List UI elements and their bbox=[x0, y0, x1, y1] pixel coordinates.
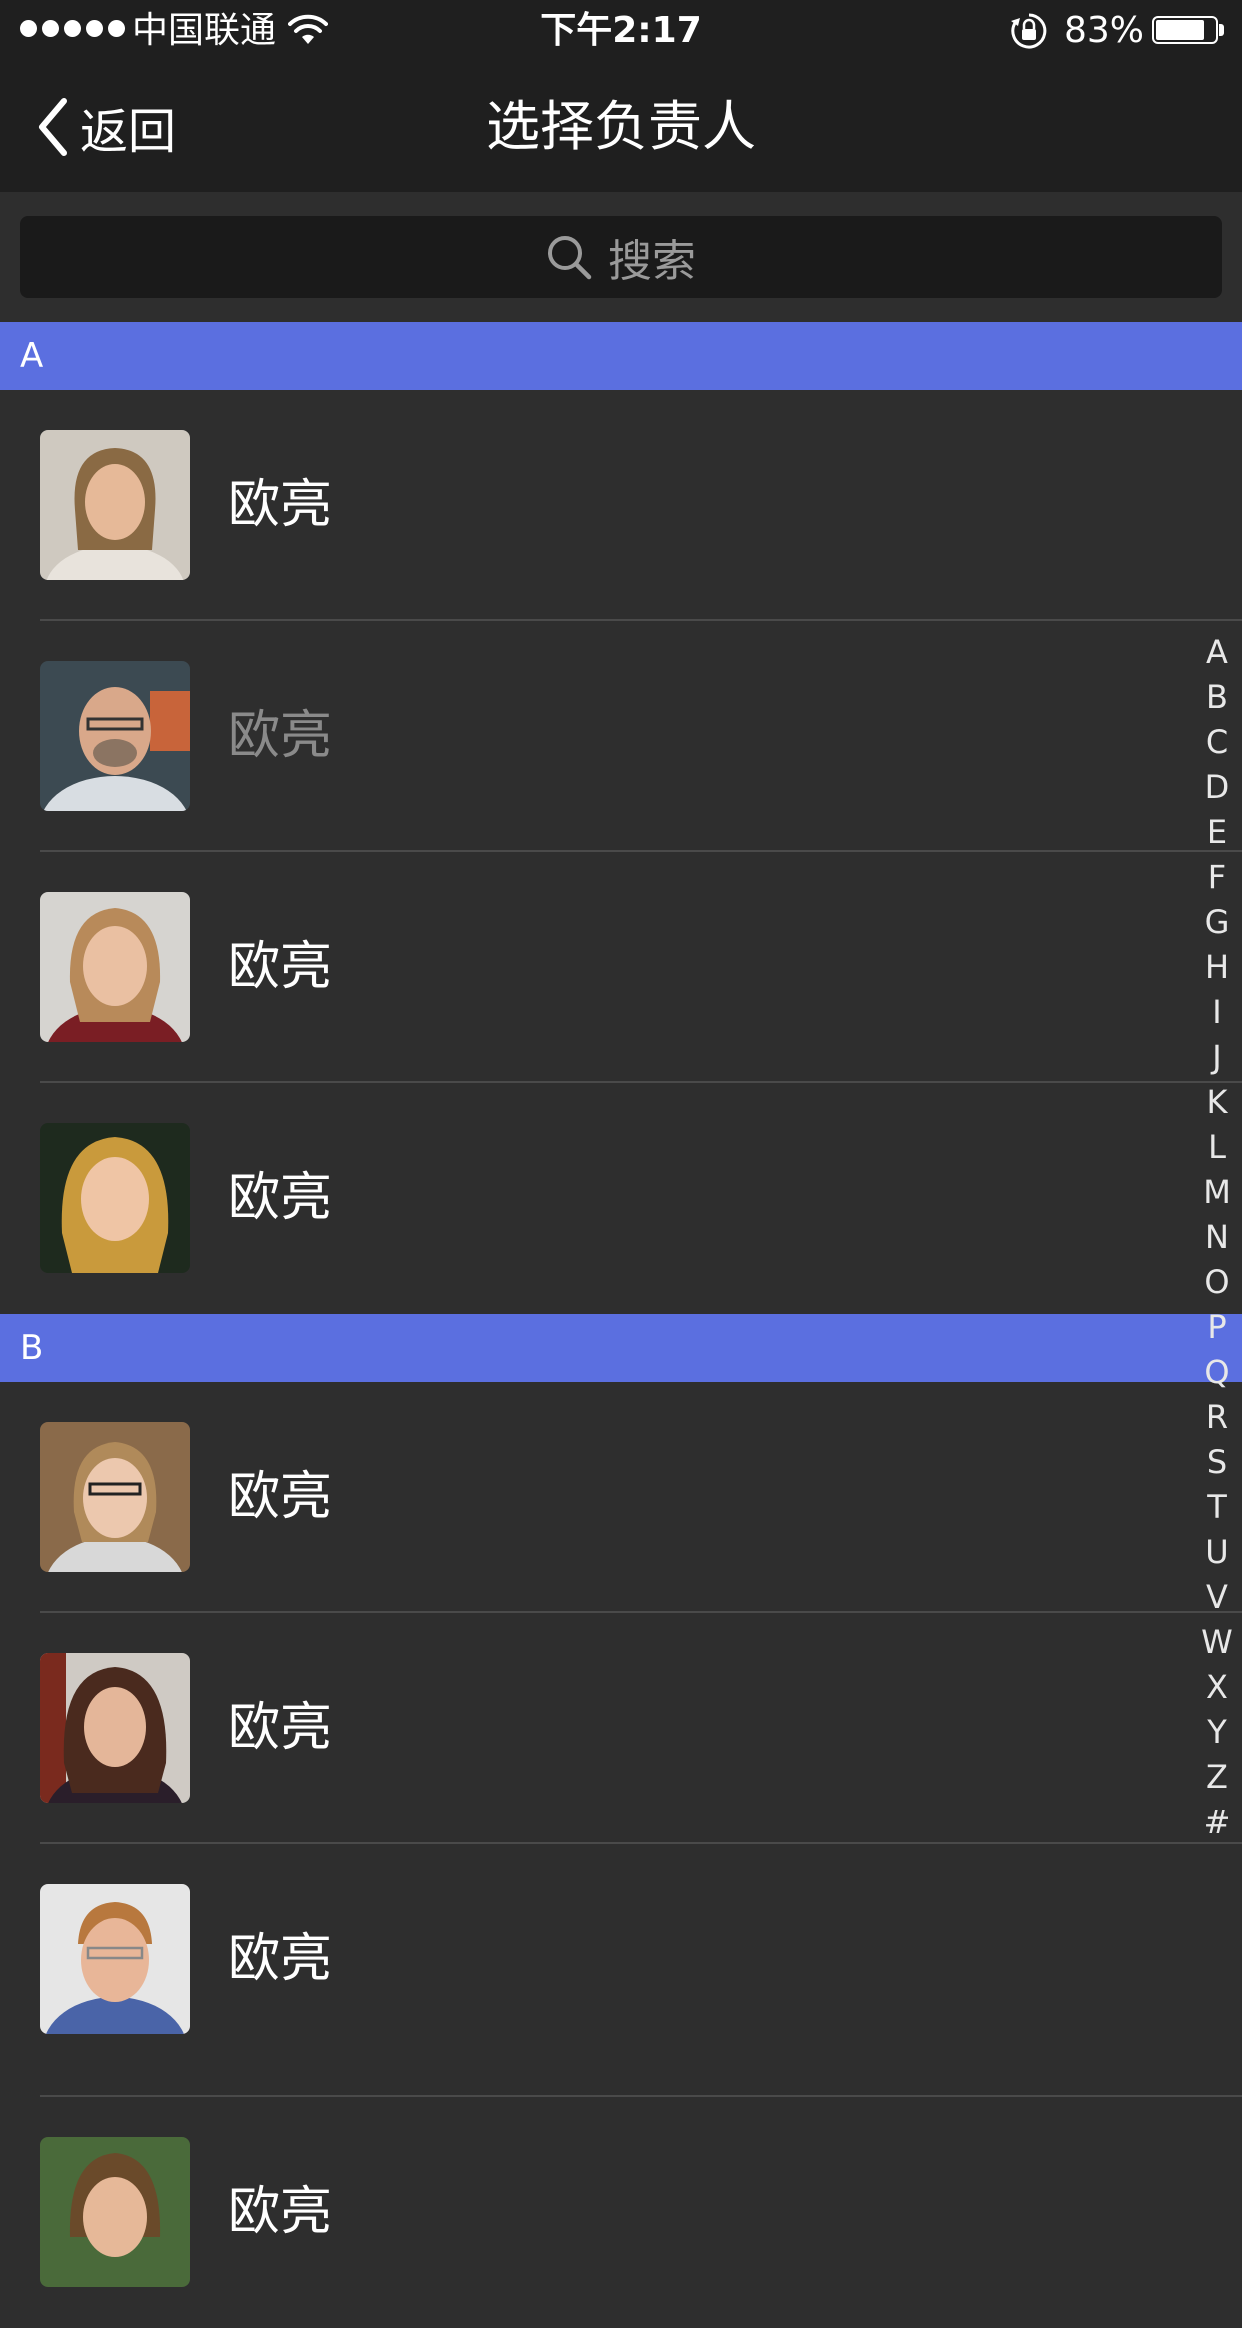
search-area: 搜索 bbox=[0, 192, 1242, 322]
avatar bbox=[40, 892, 190, 1042]
avatar bbox=[40, 1884, 190, 2034]
contact-row[interactable]: 欧亮 bbox=[0, 1613, 1242, 1844]
battery-percent: 83% bbox=[1064, 10, 1145, 51]
search-placeholder: 搜索 bbox=[608, 236, 696, 287]
index-letter[interactable]: K bbox=[1207, 1080, 1228, 1125]
contact-name: 欧亮 bbox=[228, 475, 333, 535]
navigation-bar: 返回 选择负责人 bbox=[0, 62, 1242, 192]
contact-row[interactable]: 欧亮 bbox=[0, 1083, 1242, 1314]
index-letter[interactable]: T bbox=[1207, 1485, 1227, 1530]
contact-row[interactable]: 欧亮 bbox=[0, 621, 1242, 852]
contact-name: 欧亮 bbox=[228, 2182, 333, 2242]
section-header-a: A bbox=[0, 322, 1242, 390]
alphabet-index[interactable]: A B C D E F G H I J K L M N O P Q R S T … bbox=[1192, 630, 1242, 1845]
index-letter[interactable]: R bbox=[1206, 1395, 1228, 1440]
index-letter[interactable]: O bbox=[1204, 1260, 1229, 1305]
contact-name: 欧亮 bbox=[228, 706, 333, 766]
avatar bbox=[40, 2137, 190, 2287]
contact-row[interactable]: 欧亮 bbox=[0, 2097, 1242, 2328]
search-icon bbox=[548, 236, 592, 280]
status-bar: 中国联通 下午2:17 83% bbox=[0, 0, 1242, 62]
index-letter[interactable]: N bbox=[1205, 1215, 1229, 1260]
contact-name: 欧亮 bbox=[228, 937, 333, 997]
avatar bbox=[40, 1123, 190, 1273]
contact-row[interactable]: 欧亮 bbox=[0, 390, 1242, 621]
status-time: 下午2:17 bbox=[540, 10, 702, 51]
index-letter[interactable]: Z bbox=[1206, 1755, 1228, 1800]
index-letter[interactable]: W bbox=[1201, 1620, 1233, 1665]
avatar bbox=[40, 430, 190, 580]
index-letter[interactable]: I bbox=[1212, 990, 1221, 1035]
index-letter[interactable]: C bbox=[1206, 720, 1228, 765]
section-header-b: B bbox=[0, 1314, 1242, 1382]
index-letter[interactable]: P bbox=[1207, 1305, 1226, 1350]
contact-name: 欧亮 bbox=[228, 1168, 333, 1228]
index-letter[interactable]: U bbox=[1205, 1530, 1228, 1575]
battery-icon bbox=[1152, 16, 1224, 44]
contact-name: 欧亮 bbox=[228, 1467, 333, 1527]
index-letter[interactable]: # bbox=[1204, 1800, 1231, 1845]
index-letter[interactable]: F bbox=[1208, 855, 1226, 900]
index-letter[interactable]: D bbox=[1205, 765, 1230, 810]
index-letter[interactable]: X bbox=[1206, 1665, 1228, 1710]
index-letter[interactable]: J bbox=[1212, 1035, 1221, 1080]
index-letter[interactable]: Y bbox=[1207, 1710, 1227, 1755]
index-letter[interactable]: V bbox=[1206, 1575, 1228, 1620]
index-letter[interactable]: E bbox=[1207, 810, 1227, 855]
page-title: 选择负责人 bbox=[486, 95, 756, 158]
index-letter[interactable]: L bbox=[1208, 1125, 1226, 1170]
contact-row[interactable]: 欧亮 bbox=[0, 852, 1242, 1083]
contact-name: 欧亮 bbox=[228, 1929, 333, 1989]
avatar bbox=[40, 661, 190, 811]
index-letter[interactable]: Q bbox=[1204, 1350, 1229, 1395]
index-letter[interactable]: S bbox=[1207, 1440, 1227, 1485]
index-letter[interactable]: M bbox=[1203, 1170, 1231, 1215]
rotation-lock-icon bbox=[1011, 13, 1047, 49]
index-letter[interactable]: A bbox=[1206, 630, 1228, 675]
avatar bbox=[40, 1653, 190, 1803]
contact-name: 欧亮 bbox=[228, 1698, 333, 1758]
contact-row[interactable]: 欧亮 bbox=[0, 1844, 1242, 2097]
contact-row[interactable]: 欧亮 bbox=[0, 1382, 1242, 1613]
index-letter[interactable]: B bbox=[1206, 675, 1228, 720]
search-input[interactable]: 搜索 bbox=[20, 216, 1222, 298]
avatar bbox=[40, 1422, 190, 1572]
index-letter[interactable]: G bbox=[1205, 900, 1230, 945]
index-letter[interactable]: H bbox=[1205, 945, 1229, 990]
